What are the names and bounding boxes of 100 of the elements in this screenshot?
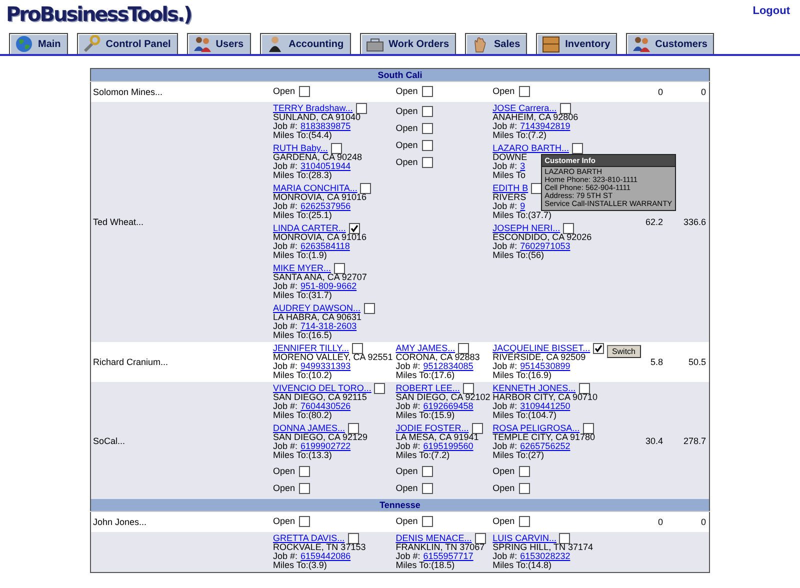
customer-link[interactable]: DONNA JAMES... [273,424,346,433]
nav-tab[interactable]: Accounting [260,33,351,54]
customer-link[interactable]: JOSE Carrera... [492,104,557,113]
customer-link[interactable]: MIKE MYER... [273,264,332,273]
job-number-link[interactable]: 6155957717 [423,552,474,561]
checkbox[interactable] [462,383,474,394]
customer-link[interactable]: LINDA CARTER... [273,224,346,233]
nav-tab[interactable]: Customers [626,33,714,54]
job-number-link[interactable]: 6262537956 [300,202,351,211]
checkbox[interactable] [348,423,360,434]
checkbox[interactable] [422,516,433,527]
customer-link[interactable]: MARIA CONCHITA... [273,184,358,193]
job-number-link[interactable]: 9 [520,202,526,211]
nav-tab[interactable]: Control Panel [76,33,178,54]
job-number-link[interactable]: 9514530899 [520,362,570,371]
customer-link[interactable]: ROSA PELIGROSA... [492,424,580,433]
checkbox[interactable] [518,516,530,527]
open-label: Open [273,86,296,96]
checkbox[interactable] [560,103,571,114]
job-number-link[interactable]: 7602971053 [520,242,570,251]
job-number-link[interactable]: 7143942819 [520,122,570,131]
job-number-link[interactable]: 3104051944 [300,162,351,171]
customer-link[interactable]: VIVENCIO DEL TORO... [273,384,372,393]
checkbox[interactable] [474,533,486,544]
checkbox[interactable] [299,516,310,527]
checkbox[interactable] [578,383,590,394]
checkbox[interactable] [518,483,530,494]
checkbox[interactable] [422,157,433,168]
city-text: MORENO VALLEY, CA 92551 [273,353,393,362]
job-number-link[interactable]: 714-318-2603 [300,322,357,331]
job-number-link[interactable]: 6265756252 [520,442,570,451]
checkbox[interactable] [559,533,570,544]
checkbox[interactable] [582,423,594,434]
logout-link[interactable]: Logout [752,5,790,17]
checkbox[interactable] [458,343,470,354]
job-number-link[interactable]: 6263584118 [300,242,350,251]
job-number-link[interactable]: 9499331393 [300,362,351,371]
customer-link[interactable]: AMY JAMES... [396,344,456,353]
customer-link[interactable]: JODIE FOSTER... [396,424,469,433]
checkbox[interactable] [531,183,542,194]
checkbox[interactable] [593,343,604,354]
customer-link[interactable]: TERRY Bradshaw... [273,104,353,113]
city-text: LA MESA, CA 91941 [396,433,479,442]
nav-tab[interactable]: Inventory [536,33,618,54]
checkbox[interactable] [563,223,574,234]
checkbox[interactable] [348,223,360,234]
customer-link[interactable]: KENNETH JONES... [492,384,576,393]
checkbox[interactable] [422,140,433,151]
customer-link[interactable]: ROBERT LEE... [396,384,460,393]
checkbox[interactable] [299,483,310,494]
checkbox[interactable] [356,103,367,114]
checkbox[interactable] [422,86,433,97]
checkbox[interactable] [352,343,364,354]
job-number-link[interactable]: 6199902722 [300,442,351,451]
job-number-link[interactable]: 3109441250 [520,402,570,411]
nav-tab[interactable]: Work Orders [360,33,456,54]
checkbox[interactable] [422,106,433,117]
checkbox[interactable] [422,123,433,134]
checkbox[interactable] [348,533,359,544]
job-number-link[interactable]: 3 [520,162,526,171]
checkbox[interactable] [364,303,375,314]
checkbox[interactable] [374,383,386,394]
checkbox[interactable] [518,466,530,477]
job-number-link[interactable]: 6192669458 [423,402,474,411]
job-number-link[interactable]: 9512834085 [423,362,474,371]
checkbox[interactable] [422,483,433,494]
job-number-link[interactable]: 6195199560 [423,442,474,451]
job-number-link[interactable]: 6153028232 [520,552,570,561]
job-number-link[interactable]: 8183839875 [300,122,351,131]
customer-link[interactable]: DENIS MENACE... [396,534,472,543]
employee-name: Solomon Mines... [93,87,163,97]
customer-link[interactable]: JACQUELINE BISSET... [492,344,590,353]
checkbox[interactable] [472,423,483,434]
checkbox[interactable] [422,466,433,477]
employee-name: Richard Cranium... [93,357,168,367]
job-label: Job #: [273,162,298,171]
customer-link[interactable]: LUIS CARVIN... [492,534,556,543]
customer-link[interactable]: LAZARO BARTH... [492,144,569,153]
checkbox[interactable] [518,86,530,97]
customer-link[interactable]: GRETTA DAVIS... [273,534,345,543]
checkbox[interactable] [572,143,583,154]
checkbox[interactable] [299,86,310,97]
checkbox[interactable] [360,183,372,194]
job-number-link[interactable]: 6159442086 [300,552,351,561]
job-label: Job #: [396,362,420,371]
job-number-link[interactable]: 951-809-9662 [300,282,357,291]
customer-link[interactable]: EDITH B [492,184,528,193]
customer-link[interactable]: JENNIFER TILLY... [273,344,350,353]
customer-link[interactable]: AUDREY DAWSON... [273,304,361,313]
customer-link[interactable]: JOSEPH NERI... [492,224,560,233]
miles-value: 0 [700,517,706,527]
switch-button[interactable]: Switch [606,345,640,358]
nav-tab[interactable]: Sales [465,33,528,54]
checkbox[interactable] [334,263,346,274]
checkbox[interactable] [299,466,310,477]
nav-tab[interactable]: Main [9,33,68,54]
checkbox[interactable] [330,143,342,154]
job-number-link[interactable]: 7604430526 [300,402,351,411]
nav-tab[interactable]: Users [186,33,251,54]
customer-link[interactable]: RUTH Baby... [273,144,328,153]
